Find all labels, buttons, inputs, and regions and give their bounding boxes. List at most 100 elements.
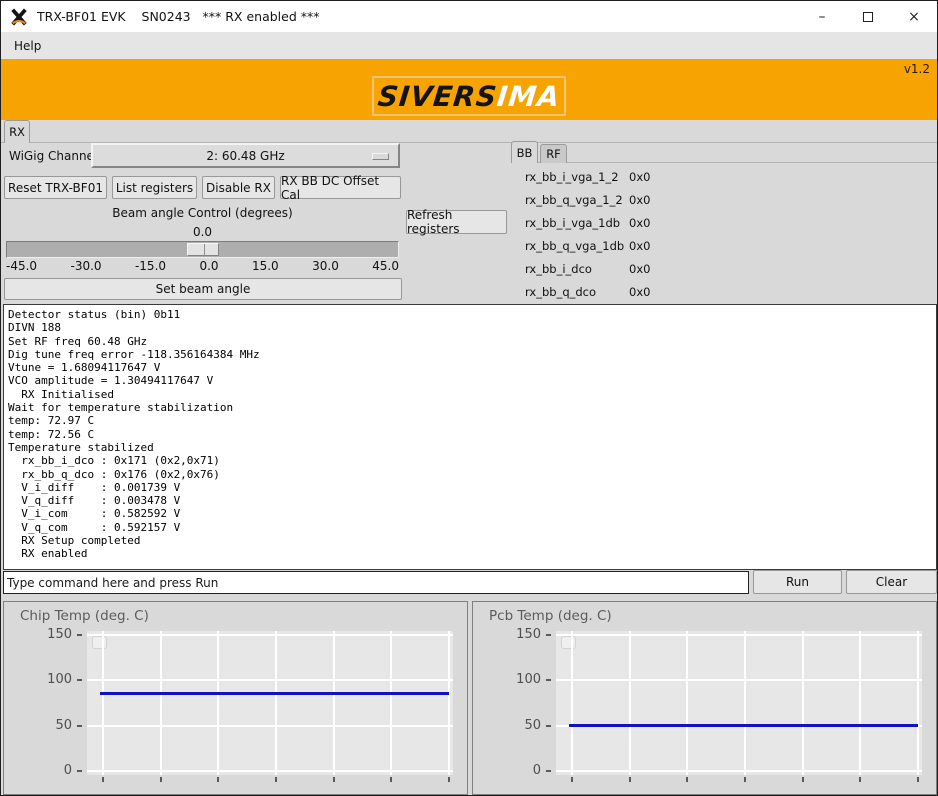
plot-area (87, 631, 453, 775)
chart-title: Chip Temp (deg. C) (20, 608, 149, 624)
y-tick-label: 150 (473, 627, 541, 643)
y-tick-mark (77, 770, 82, 772)
gridline-v (217, 631, 219, 775)
tab-rx[interactable]: RX (4, 120, 30, 143)
refresh-registers-button[interactable]: Refresh registers (406, 210, 507, 234)
chip-temp-chart: Chip Temp (deg. C) 050100150 (3, 601, 468, 795)
pcb-temp-chart: Pcb Temp (deg. C) 0 50 100 150 (472, 601, 937, 795)
disable-rx-button[interactable]: Disable RX (202, 176, 275, 199)
register-panel: BB RF rx_bb_i_vga_1_2 0x0 rx_bb_q_vga_1_… (511, 141, 937, 303)
register-name: rx_bb_q_vga_1_2 (525, 193, 629, 207)
run-button[interactable]: Run (753, 570, 842, 594)
tick-label: -30.0 (70, 259, 101, 273)
wigig-channel-dropdown[interactable]: 2: 60.48 GHz (91, 143, 400, 168)
siversima-logo: SIVERSIMA (372, 76, 566, 116)
gridline-v (275, 631, 277, 775)
clear-button[interactable]: Clear (846, 570, 937, 594)
console-log[interactable]: Detector status (bin) 0b11 DIVN 188 Set … (3, 304, 937, 570)
gridline-v (802, 631, 804, 775)
y-tick-label: 100 (473, 672, 541, 688)
x-tick-mark (744, 777, 746, 782)
x-tick-mark (629, 777, 631, 782)
reset-trx-button[interactable]: Reset TRX-BF01 (4, 176, 107, 199)
register-name: rx_bb_q_vga_1db (525, 239, 629, 253)
gridline-v (390, 631, 392, 775)
register-name: rx_bb_i_vga_1_2 (525, 170, 629, 184)
y-tick-label: 0 (473, 763, 541, 779)
maximize-button[interactable] (845, 1, 891, 32)
x-tick-mark (571, 777, 573, 782)
wigig-channel-value: 2: 60.48 GHz (206, 149, 284, 163)
command-input[interactable] (3, 571, 749, 594)
gridline-v (333, 631, 335, 775)
beam-angle-value: 0.0 (1, 225, 404, 239)
gridline-h (556, 634, 922, 636)
x-tick-mark (917, 777, 919, 782)
maximize-icon (863, 12, 873, 22)
y-tick-mark (546, 679, 551, 681)
rx-bb-dc-offset-cal-button[interactable]: RX BB DC Offset Cal (280, 176, 401, 199)
register-value: 0x0 (629, 262, 650, 276)
beam-angle-tick-labels: -45.0 -30.0 -15.0 0.0 15.0 30.0 45.0 (6, 259, 399, 273)
register-notebook-divider (511, 162, 937, 163)
register-value: 0x0 (629, 285, 650, 299)
app-icon (10, 8, 28, 26)
y-tick-mark (546, 634, 551, 636)
beam-angle-slider[interactable] (6, 241, 399, 258)
gridline-v (571, 631, 573, 775)
dropdown-indicator-icon (372, 153, 389, 160)
close-button[interactable]: × (891, 1, 937, 32)
list-registers-button[interactable]: List registers (112, 176, 197, 199)
tab-rf[interactable]: RF (540, 144, 567, 163)
menu-bar: Help (1, 32, 937, 59)
menu-help[interactable]: Help (7, 35, 48, 57)
minimize-button[interactable]: – (799, 1, 845, 32)
x-tick-mark (686, 777, 688, 782)
y-tick-label: 100 (4, 672, 72, 688)
tick-label: 45.0 (372, 259, 399, 273)
register-row: rx_bb_i_dco 0x0 (511, 257, 937, 280)
x-tick-mark (859, 777, 861, 782)
slider-handle[interactable] (187, 243, 219, 256)
close-icon: × (908, 9, 920, 25)
x-tick-mark (448, 777, 450, 782)
tick-label: -45.0 (6, 259, 37, 273)
logo-text-ima: IMA (495, 80, 561, 113)
y-tick-mark (77, 634, 82, 636)
x-axis-ticks (556, 777, 922, 783)
set-beam-angle-button[interactable]: Set beam angle (4, 278, 402, 300)
tick-label: -15.0 (135, 259, 166, 273)
x-tick-mark (102, 777, 104, 782)
x-axis-ticks (87, 777, 453, 783)
gridline-v (859, 631, 861, 775)
gridline-v (160, 631, 162, 775)
wigig-channel-label: WiGig Channel: (9, 149, 101, 163)
y-tick-label: 50 (473, 718, 541, 734)
y-tick-mark (546, 770, 551, 772)
y-tick-mark (77, 725, 82, 727)
gridline-h (87, 679, 453, 681)
register-name: rx_bb_i_vga_1db (525, 216, 629, 230)
register-value: 0x0 (629, 170, 650, 184)
plot-area (556, 631, 922, 775)
chart-title: Pcb Temp (deg. C) (489, 608, 612, 624)
series-line-chip-temp (100, 692, 449, 695)
app-window: TRX-BF01 EVK SN0243 *** RX enabled *** –… (0, 0, 938, 796)
gridline-v (917, 631, 919, 775)
x-tick-mark (275, 777, 277, 782)
register-rows: rx_bb_i_vga_1_2 0x0 rx_bb_q_vga_1_2 0x0 … (511, 165, 937, 303)
x-tick-mark (160, 777, 162, 782)
tab-bb[interactable]: BB (511, 141, 538, 163)
register-row: rx_bb_i_vga_1db 0x0 (511, 211, 937, 234)
gridline-v (686, 631, 688, 775)
charts-area: Chip Temp (deg. C) 0 50 100 150 Pcb Temp (d… (3, 601, 937, 795)
y-tick-label: 0 (4, 763, 72, 779)
tick-label: 0.0 (199, 259, 218, 273)
beam-angle-title: Beam angle Control (degrees) (1, 206, 404, 220)
x-tick-mark (217, 777, 219, 782)
gridline-h (87, 634, 453, 636)
y-tick-mark (77, 679, 82, 681)
series-line-pcb-temp (569, 724, 918, 727)
x-tick-mark (333, 777, 335, 782)
gridline-v (448, 631, 450, 775)
